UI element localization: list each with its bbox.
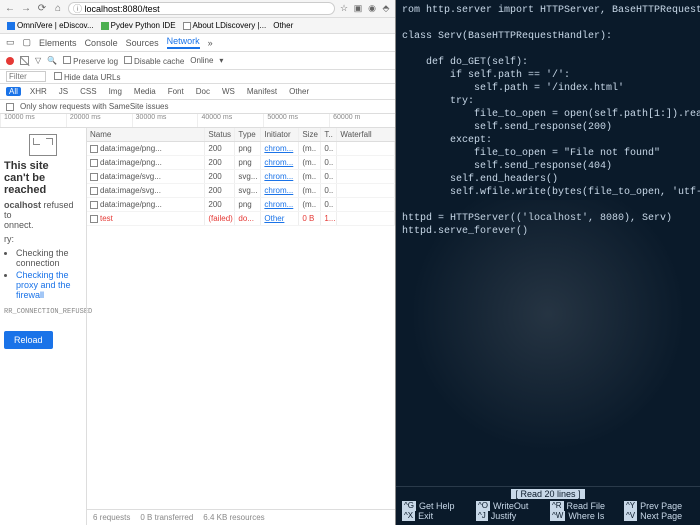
reload-button[interactable]: Reload <box>4 331 53 349</box>
disable-cache-checkbox[interactable]: Disable cache <box>134 57 184 66</box>
error-desc: ocalhost refused toonnect. <box>4 200 82 230</box>
col-size[interactable]: Size <box>299 128 321 141</box>
type-filter-js[interactable]: JS <box>56 87 71 96</box>
preserve-log-checkbox[interactable]: Preserve log <box>73 57 118 66</box>
terminal-editor: rom http.server import HTTPServer, BaseH… <box>396 0 700 525</box>
bookmark-item[interactable]: Other <box>270 21 296 30</box>
favicon-icon <box>183 22 191 30</box>
nano-shortcut: ^JJustify <box>476 511 546 521</box>
hide-data-urls-checkbox[interactable]: Hide data URLs <box>64 73 120 82</box>
timeline-ruler: 10000 ms20000 ms30000 ms40000 ms50000 ms… <box>0 114 395 128</box>
record-icon[interactable] <box>6 57 14 65</box>
clear-icon[interactable] <box>20 56 29 65</box>
network-row[interactable]: data:image/png...200pngchrom...(m..0.. <box>87 142 395 156</box>
filter-icon[interactable]: ▽ <box>35 56 41 65</box>
type-filter-media[interactable]: Media <box>131 87 159 96</box>
col-initiator[interactable]: Initiator <box>261 128 299 141</box>
col-type[interactable]: Type <box>235 128 261 141</box>
network-footer: 6 requests 0 B transferred 6.4 KB resour… <box>87 509 395 525</box>
tip-link[interactable]: Checking the proxy and the firewall <box>16 270 71 300</box>
device-icon[interactable]: ▢ <box>23 37 32 48</box>
bookmark-item[interactable]: OmniVere | eDiscov... <box>4 21 97 30</box>
network-row[interactable]: data:image/svg...200svg...chrom...(m..0.… <box>87 170 395 184</box>
nano-shortcut: ^VNext Page <box>624 511 694 521</box>
sad-page-icon <box>29 134 57 156</box>
ext2-icon[interactable]: ◉ <box>367 3 377 14</box>
favicon-icon <box>7 22 15 30</box>
filter-row: Hide data URLs <box>0 70 395 84</box>
bookmark-item[interactable]: Pydev Python IDE <box>98 21 179 30</box>
address-bar: ← → ⟳ ⌂ ⓘ localhost:8080/test ☆ ▣ ◉ ⬘ <box>0 0 395 18</box>
type-filter-doc[interactable]: Doc <box>193 87 213 96</box>
throttle-caret-icon[interactable]: ▾ <box>219 56 223 65</box>
tab-network[interactable]: Network <box>167 36 200 49</box>
throttle-select[interactable]: Online <box>190 56 213 65</box>
footer-transferred: 0 B transferred <box>140 513 193 522</box>
samesite-row: Only show requests with SameSite issues <box>0 100 395 114</box>
error-code: RR_CONNECTION_REFUSED <box>4 306 82 319</box>
devtools-tabs: ▭ ▢ Elements Console Sources Network » <box>0 34 395 52</box>
error-try: ry: <box>4 234 82 244</box>
nano-shortcut: ^WWhere Is <box>550 511 620 521</box>
network-table: Name Status Type Initiator Size T.. Wate… <box>86 128 395 525</box>
type-filter-img[interactable]: Img <box>106 87 125 96</box>
tag-icon[interactable]: ⬘ <box>381 3 391 14</box>
col-time[interactable]: T.. <box>321 128 337 141</box>
tab-console[interactable]: Console <box>85 38 118 48</box>
nano-shortcut: ^OWriteOut <box>476 501 546 511</box>
error-tip: Checking the proxy and the firewall <box>16 270 82 300</box>
network-row[interactable]: data:image/png...200pngchrom...(m..0.. <box>87 198 395 212</box>
tab-elements[interactable]: Elements <box>39 38 77 48</box>
star-icon[interactable]: ☆ <box>339 3 349 14</box>
search-icon[interactable]: 🔍 <box>47 56 57 65</box>
type-filter-manifest[interactable]: Manifest <box>244 87 280 96</box>
bookmark-item[interactable]: About LDiscovery |... <box>180 21 270 30</box>
type-filter-other[interactable]: Other <box>286 87 312 96</box>
col-name[interactable]: Name <box>87 128 205 141</box>
col-waterfall[interactable]: Waterfall <box>337 128 395 141</box>
nano-shortcut: ^XExit <box>402 511 472 521</box>
forward-icon[interactable]: → <box>20 3 32 15</box>
error-title: This sitecan't bereached <box>4 160 82 196</box>
error-page: This sitecan't bereached ocalhost refuse… <box>0 128 86 525</box>
bookmarks-bar: OmniVere | eDiscov...Pydev Python IDEAbo… <box>0 18 395 34</box>
browser-window: ← → ⟳ ⌂ ⓘ localhost:8080/test ☆ ▣ ◉ ⬘ Om… <box>0 0 396 525</box>
inspect-icon[interactable]: ▭ <box>6 37 15 48</box>
network-toolbar: ▽ 🔍 Preserve log Disable cache Online ▾ <box>0 52 395 70</box>
network-row[interactable]: data:image/svg...200svg...chrom...(m..0.… <box>87 184 395 198</box>
type-filter-all[interactable]: All <box>6 87 21 96</box>
favicon-icon <box>101 22 109 30</box>
network-header: Name Status Type Initiator Size T.. Wate… <box>87 128 395 142</box>
footer-resources: 6.4 KB resources <box>203 513 264 522</box>
filter-input[interactable] <box>6 71 46 82</box>
type-filter-row: All XHR JS CSS Img Media Font Doc WS Manifest Othe… <box>0 84 395 100</box>
ext-icon[interactable]: ▣ <box>353 3 363 14</box>
nano-shortcut: ^GGet Help <box>402 501 472 511</box>
network-row[interactable]: data:image/png...200pngchrom...(m..0.. <box>87 156 395 170</box>
type-filter-font[interactable]: Font <box>165 87 187 96</box>
col-status[interactable]: Status <box>205 128 235 141</box>
nano-shortcut: ^RRead File <box>550 501 620 511</box>
reload-icon[interactable]: ⟳ <box>36 3 48 15</box>
tabs-more[interactable]: » <box>208 38 213 48</box>
type-filter-css[interactable]: CSS <box>77 87 99 96</box>
tab-sources[interactable]: Sources <box>126 38 159 48</box>
nano-bar: [ Read 20 lines ] ^GGet Help ^OWriteOut ^R… <box>396 486 700 525</box>
nano-shortcut: ^YPrev Page <box>624 501 694 511</box>
error-tip: Checking the connection <box>16 248 82 268</box>
url-field[interactable]: ⓘ localhost:8080/test <box>68 2 335 15</box>
network-row[interactable]: test(failed)do...Other0 B1... <box>87 212 395 226</box>
samesite-checkbox[interactable]: Only show requests with SameSite issues <box>20 102 169 111</box>
footer-requests: 6 requests <box>93 513 130 522</box>
home-icon[interactable]: ⌂ <box>52 3 64 15</box>
type-filter-xhr[interactable]: XHR <box>27 87 50 96</box>
back-icon[interactable]: ← <box>4 3 16 15</box>
type-filter-ws[interactable]: WS <box>219 87 238 96</box>
nano-status: [ Read 20 lines ] <box>402 489 694 499</box>
